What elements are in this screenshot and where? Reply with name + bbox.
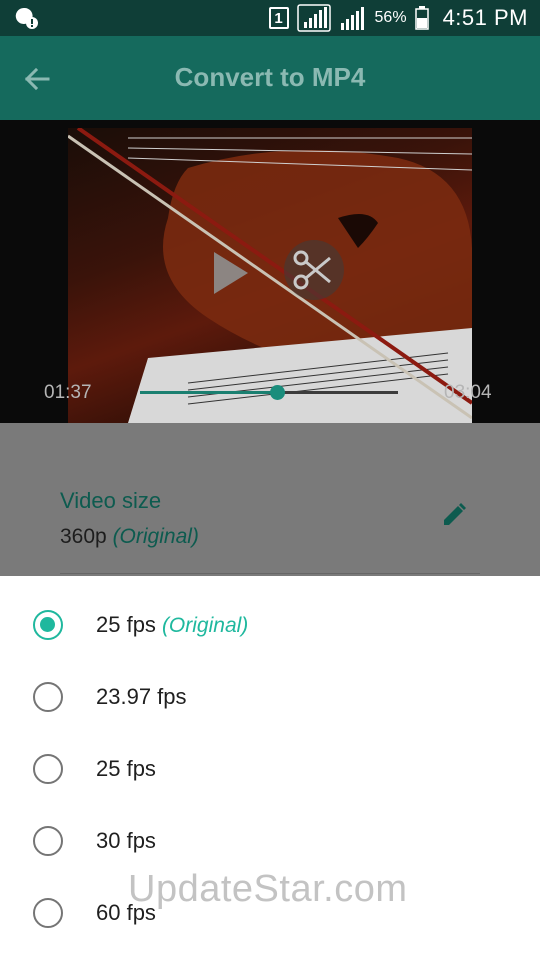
- current-time: 01:37: [44, 382, 92, 403]
- video-size-label: Video size: [60, 488, 162, 513]
- app-bar: Convert to MP4: [0, 36, 540, 120]
- signal-icon-sim1: [296, 4, 331, 32]
- seek-thumb[interactable]: [269, 385, 285, 400]
- signal-icon-sim2: [340, 7, 364, 30]
- radio-button[interactable]: [33, 682, 63, 712]
- divider: [60, 573, 480, 574]
- pencil-icon: [444, 503, 466, 525]
- fps-option[interactable]: 60 fps: [0, 876, 540, 948]
- video-size-value: 360p (Original): [60, 525, 199, 548]
- radio-button[interactable]: [33, 826, 63, 856]
- sim-indicator: 1: [268, 7, 289, 29]
- radio-button[interactable]: [33, 610, 63, 640]
- video-frame: [68, 128, 472, 423]
- status-clock: 4:51 PM: [442, 5, 528, 30]
- fps-option[interactable]: 25 fps: [0, 732, 540, 804]
- seek-bar[interactable]: [140, 385, 398, 400]
- fps-option[interactable]: 25 fps (Original): [0, 588, 540, 660]
- frame-rate-sheet: 25 fps (Original) 23.97 fps 25 fps 30 fps…: [0, 576, 540, 960]
- page-title: Convert to MP4: [174, 62, 366, 92]
- video-size-note: (Original): [112, 525, 199, 548]
- radio-button[interactable]: [33, 754, 63, 784]
- fps-option-note: (Original): [161, 614, 249, 637]
- fps-option[interactable]: 30 fps: [0, 804, 540, 876]
- radio-button[interactable]: [33, 898, 63, 928]
- fps-option-label: 23.97 fps: [96, 684, 187, 709]
- edit-video-size-button[interactable]: [440, 501, 468, 529]
- fps-option-label: 25 fps: [96, 756, 156, 781]
- settings-panel: Video size 360p (Original): [0, 423, 540, 576]
- fps-option-label: 30 fps: [96, 828, 156, 853]
- notification-icon: [15, 7, 38, 29]
- fps-option[interactable]: 23.97 fps: [0, 660, 540, 732]
- video-player[interactable]: [0, 120, 540, 423]
- trim-button[interactable]: [284, 240, 344, 300]
- status-bar: 1 56% 4:51 PM: [0, 0, 540, 36]
- battery-percentage: 56%: [374, 9, 407, 26]
- battery-icon: [414, 6, 429, 30]
- fps-option-label: 60 fps: [96, 900, 156, 925]
- total-time: 03:04: [444, 382, 492, 403]
- play-icon: [214, 252, 248, 294]
- status-left-icons: [14, 6, 40, 35]
- fps-option-label: 25 fps: [96, 612, 156, 637]
- scissors-icon: [293, 250, 331, 290]
- seek-bar-progress: [140, 391, 277, 394]
- play-button[interactable]: [208, 248, 252, 298]
